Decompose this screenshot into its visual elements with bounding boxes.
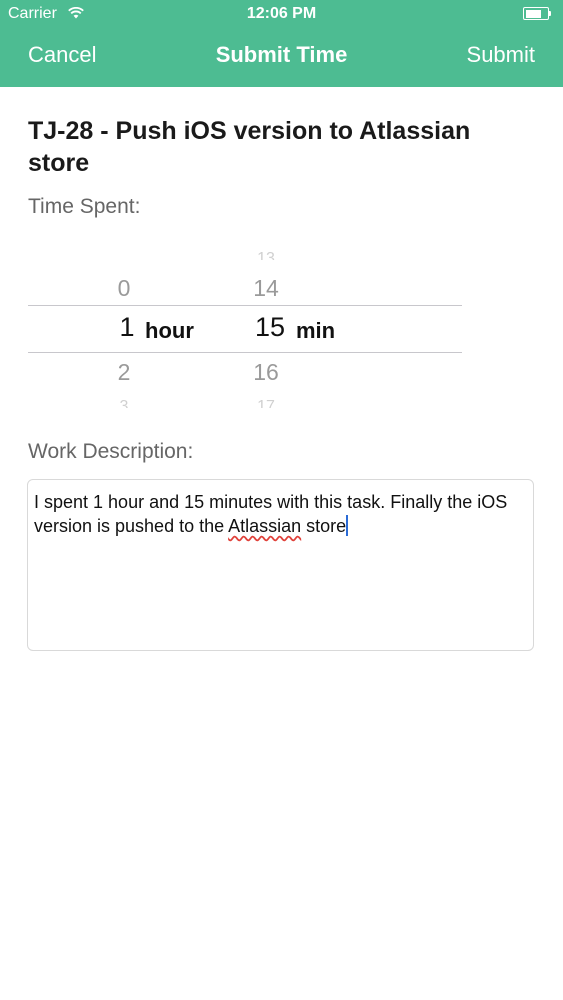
minutes-option[interactable]: 17: [236, 398, 296, 408]
time-picker[interactable]: 0 1 hour 2 3 13 14 15 min 16 17: [28, 240, 462, 410]
minutes-option[interactable]: 14: [236, 275, 296, 302]
text-cursor: [346, 515, 349, 536]
work-description-textarea[interactable]: I spent 1 hour and 15 minutes with this …: [27, 479, 534, 651]
task-title: TJ-28 - Push iOS version to Atlassian st…: [28, 117, 471, 177]
misspelled-word: Atlassian: [228, 516, 302, 536]
picker-divider-bottom: [28, 352, 462, 353]
hours-unit: hour: [145, 318, 194, 343]
minutes-option[interactable]: 13: [236, 250, 296, 260]
submit-button[interactable]: Submit: [467, 42, 535, 68]
hours-option[interactable]: 3: [94, 398, 154, 408]
battery-tip: [549, 11, 551, 16]
hours-option[interactable]: 2: [94, 359, 154, 386]
minutes-unit: min: [296, 318, 336, 343]
battery-icon: [523, 7, 549, 20]
cancel-button[interactable]: Cancel: [28, 42, 96, 68]
status-bar: Carrier 12:06 PM: [0, 0, 563, 30]
description-text-end: store: [301, 516, 347, 536]
navigation-header: Carrier 12:06 PM Cancel Submit Time Subm…: [0, 0, 563, 87]
status-time: 12:06 PM: [246, 5, 317, 22]
minutes-selected[interactable]: 15: [240, 312, 300, 343]
work-description-label: Work Description:: [28, 440, 194, 463]
hours-option[interactable]: 0: [94, 275, 154, 302]
picker-divider-top: [28, 305, 462, 306]
minutes-option[interactable]: 16: [236, 359, 296, 386]
time-spent-label: Time Spent:: [28, 195, 141, 218]
